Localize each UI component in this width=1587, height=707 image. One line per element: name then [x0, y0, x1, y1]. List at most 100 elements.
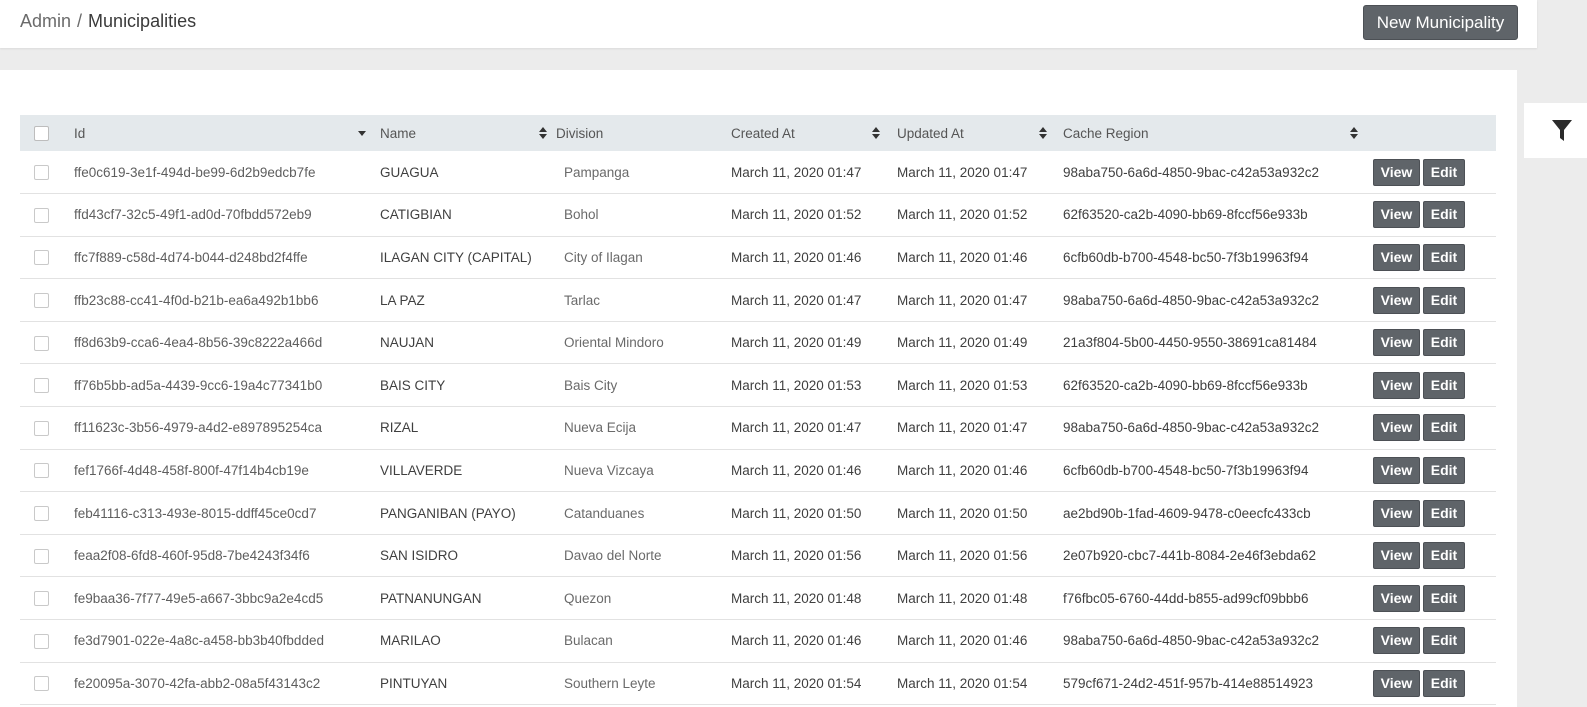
row-checkbox[interactable]: [34, 420, 49, 436]
column-header-cache-region[interactable]: Cache Region: [1063, 115, 1373, 151]
row-select-cell: [20, 364, 74, 407]
table-row: ffe0c619-3e1f-494d-be99-6d2b9edcb7fe GUAG…: [20, 151, 1496, 194]
view-button[interactable]: View: [1373, 456, 1420, 484]
row-checkbox[interactable]: [34, 335, 49, 351]
cell-division: Bohol: [564, 207, 599, 223]
cell-name: PANGANIBAN (PAYO): [380, 505, 516, 521]
cell-updated-at: March 11, 2020 01:54: [897, 675, 1028, 691]
edit-button[interactable]: Edit: [1423, 158, 1465, 186]
table-header-row: Id Name Division Created At Updated At C…: [20, 115, 1496, 151]
sort-icon: [539, 127, 547, 139]
column-header-id[interactable]: Id: [74, 115, 380, 151]
row-checkbox[interactable]: [34, 506, 49, 522]
cell-cache-region: 2e07b920-cbc7-441b-8084-2e46f3ebda62: [1063, 548, 1316, 564]
column-label-cache-region: Cache Region: [1063, 125, 1149, 141]
breadcrumb: Admin / Municipalities: [20, 10, 196, 32]
row-checkbox[interactable]: [34, 250, 49, 266]
cell-created-at: March 11, 2020 01:50: [731, 505, 862, 521]
view-button[interactable]: View: [1373, 584, 1420, 612]
edit-button[interactable]: Edit: [1423, 499, 1465, 527]
row-select-cell: [20, 492, 74, 535]
column-header-name[interactable]: Name: [380, 115, 556, 151]
view-button[interactable]: View: [1373, 243, 1420, 271]
filter-icon: [1552, 119, 1572, 141]
column-label-updated-at: Updated At: [897, 125, 964, 141]
view-button[interactable]: View: [1373, 329, 1420, 357]
cell-id: fe3d7901-022e-4a8c-a458-bb3b40fbdded: [74, 633, 324, 649]
cell-division: Pampanga: [564, 164, 630, 180]
row-checkbox[interactable]: [34, 165, 49, 181]
cell-id: ff11623c-3b56-4979-a4d2-e897895254ca: [74, 420, 322, 436]
row-checkbox[interactable]: [34, 591, 49, 607]
row-checkbox[interactable]: [34, 548, 49, 564]
breadcrumb-admin[interactable]: Admin: [20, 11, 71, 31]
table-row: fe20095a-3070-42fa-abb2-08a5f43143c2 PINT…: [20, 662, 1496, 705]
table-row: feb41116-c313-493e-8015-ddff45ce0cd7 PANG…: [20, 492, 1496, 535]
cell-actions: View Edit: [1373, 151, 1496, 194]
view-button[interactable]: View: [1373, 414, 1420, 442]
cell-updated-at: March 11, 2020 01:52: [897, 207, 1028, 223]
table-row: ff8d63b9-cca6-4ea4-8b56-39c8222a466d NAUJ…: [20, 321, 1496, 364]
row-checkbox[interactable]: [34, 633, 49, 649]
view-button[interactable]: View: [1373, 286, 1420, 314]
page-title: Municipalities: [88, 11, 197, 31]
select-all-checkbox[interactable]: [34, 125, 49, 141]
cell-cache-region: 6cfb60db-b700-4548-bc50-7f3b19963f94: [1063, 249, 1309, 265]
table-row: ffb23c88-cc41-4f0d-b21b-ea6a492b1bb6 LA P…: [20, 279, 1496, 322]
edit-button[interactable]: Edit: [1423, 329, 1465, 357]
table-row: fe3d7901-022e-4a8c-a458-bb3b40fbdded MARI…: [20, 620, 1496, 663]
cell-created-at: March 11, 2020 01:48: [731, 590, 862, 606]
column-header-actions: [1373, 115, 1496, 151]
cell-created-at: March 11, 2020 01:53: [731, 377, 862, 393]
edit-button[interactable]: Edit: [1423, 456, 1465, 484]
table-row: ff11623c-3b56-4979-a4d2-e897895254ca RIZA…: [20, 407, 1496, 450]
new-municipality-button[interactable]: New Municipality: [1363, 5, 1518, 40]
row-checkbox[interactable]: [34, 207, 49, 223]
view-button[interactable]: View: [1373, 627, 1420, 655]
edit-button[interactable]: Edit: [1423, 414, 1465, 442]
edit-button[interactable]: Edit: [1423, 243, 1465, 271]
cell-actions: View Edit: [1373, 321, 1496, 364]
sort-icon: [1350, 127, 1358, 139]
cell-name: RIZAL: [380, 420, 419, 436]
view-button[interactable]: View: [1373, 158, 1420, 186]
view-button[interactable]: View: [1373, 499, 1420, 527]
row-checkbox[interactable]: [34, 463, 49, 479]
cell-cache-region: 579cf671-24d2-451f-957b-414e88514923: [1063, 675, 1313, 691]
cell-id: fe9baa36-7f77-49e5-a667-3bbc9a2e4cd5: [74, 590, 324, 606]
row-checkbox[interactable]: [34, 378, 49, 394]
edit-button[interactable]: Edit: [1423, 286, 1465, 314]
cell-updated-at: March 11, 2020 01:46: [897, 249, 1028, 265]
view-button[interactable]: View: [1373, 371, 1420, 399]
cell-division: Nueva Vizcaya: [564, 462, 654, 478]
cell-name: LA PAZ: [380, 292, 425, 308]
edit-button[interactable]: Edit: [1423, 371, 1465, 399]
cell-cache-region: 98aba750-6a6d-4850-9bac-c42a53a932c2: [1063, 164, 1319, 180]
cell-updated-at: March 11, 2020 01:56: [897, 548, 1028, 564]
cell-updated-at: March 11, 2020 01:47: [897, 164, 1028, 180]
content-panel: Id Name Division Created At Updated At C…: [0, 70, 1517, 707]
view-button[interactable]: View: [1373, 201, 1420, 229]
edit-button[interactable]: Edit: [1423, 669, 1465, 697]
row-checkbox[interactable]: [34, 293, 49, 309]
column-header-updated-at[interactable]: Updated At: [897, 115, 1063, 151]
cell-name: PINTUYAN: [380, 675, 448, 691]
column-header-division[interactable]: Division: [556, 115, 731, 151]
edit-button[interactable]: Edit: [1423, 584, 1465, 612]
edit-button[interactable]: Edit: [1423, 627, 1465, 655]
column-header-created-at[interactable]: Created At: [731, 115, 897, 151]
filter-toggle-button[interactable]: [1524, 103, 1587, 158]
cell-id: ffb23c88-cc41-4f0d-b21b-ea6a492b1bb6: [74, 292, 319, 308]
edit-button[interactable]: Edit: [1423, 542, 1465, 570]
table-row: fef1766f-4d48-458f-800f-47f14b4cb19e VILL…: [20, 449, 1496, 492]
cell-name: BAIS CITY: [380, 377, 446, 393]
cell-actions: View Edit: [1373, 449, 1496, 492]
edit-button[interactable]: Edit: [1423, 201, 1465, 229]
row-checkbox[interactable]: [34, 676, 49, 692]
cell-actions: View Edit: [1373, 279, 1496, 322]
view-button[interactable]: View: [1373, 669, 1420, 697]
cell-division: Catanduanes: [564, 505, 645, 521]
cell-cache-region: 62f63520-ca2b-4090-bb69-8fccf56e933b: [1063, 207, 1308, 223]
view-button[interactable]: View: [1373, 542, 1420, 570]
cell-id: ff8d63b9-cca6-4ea4-8b56-39c8222a466d: [74, 335, 323, 351]
